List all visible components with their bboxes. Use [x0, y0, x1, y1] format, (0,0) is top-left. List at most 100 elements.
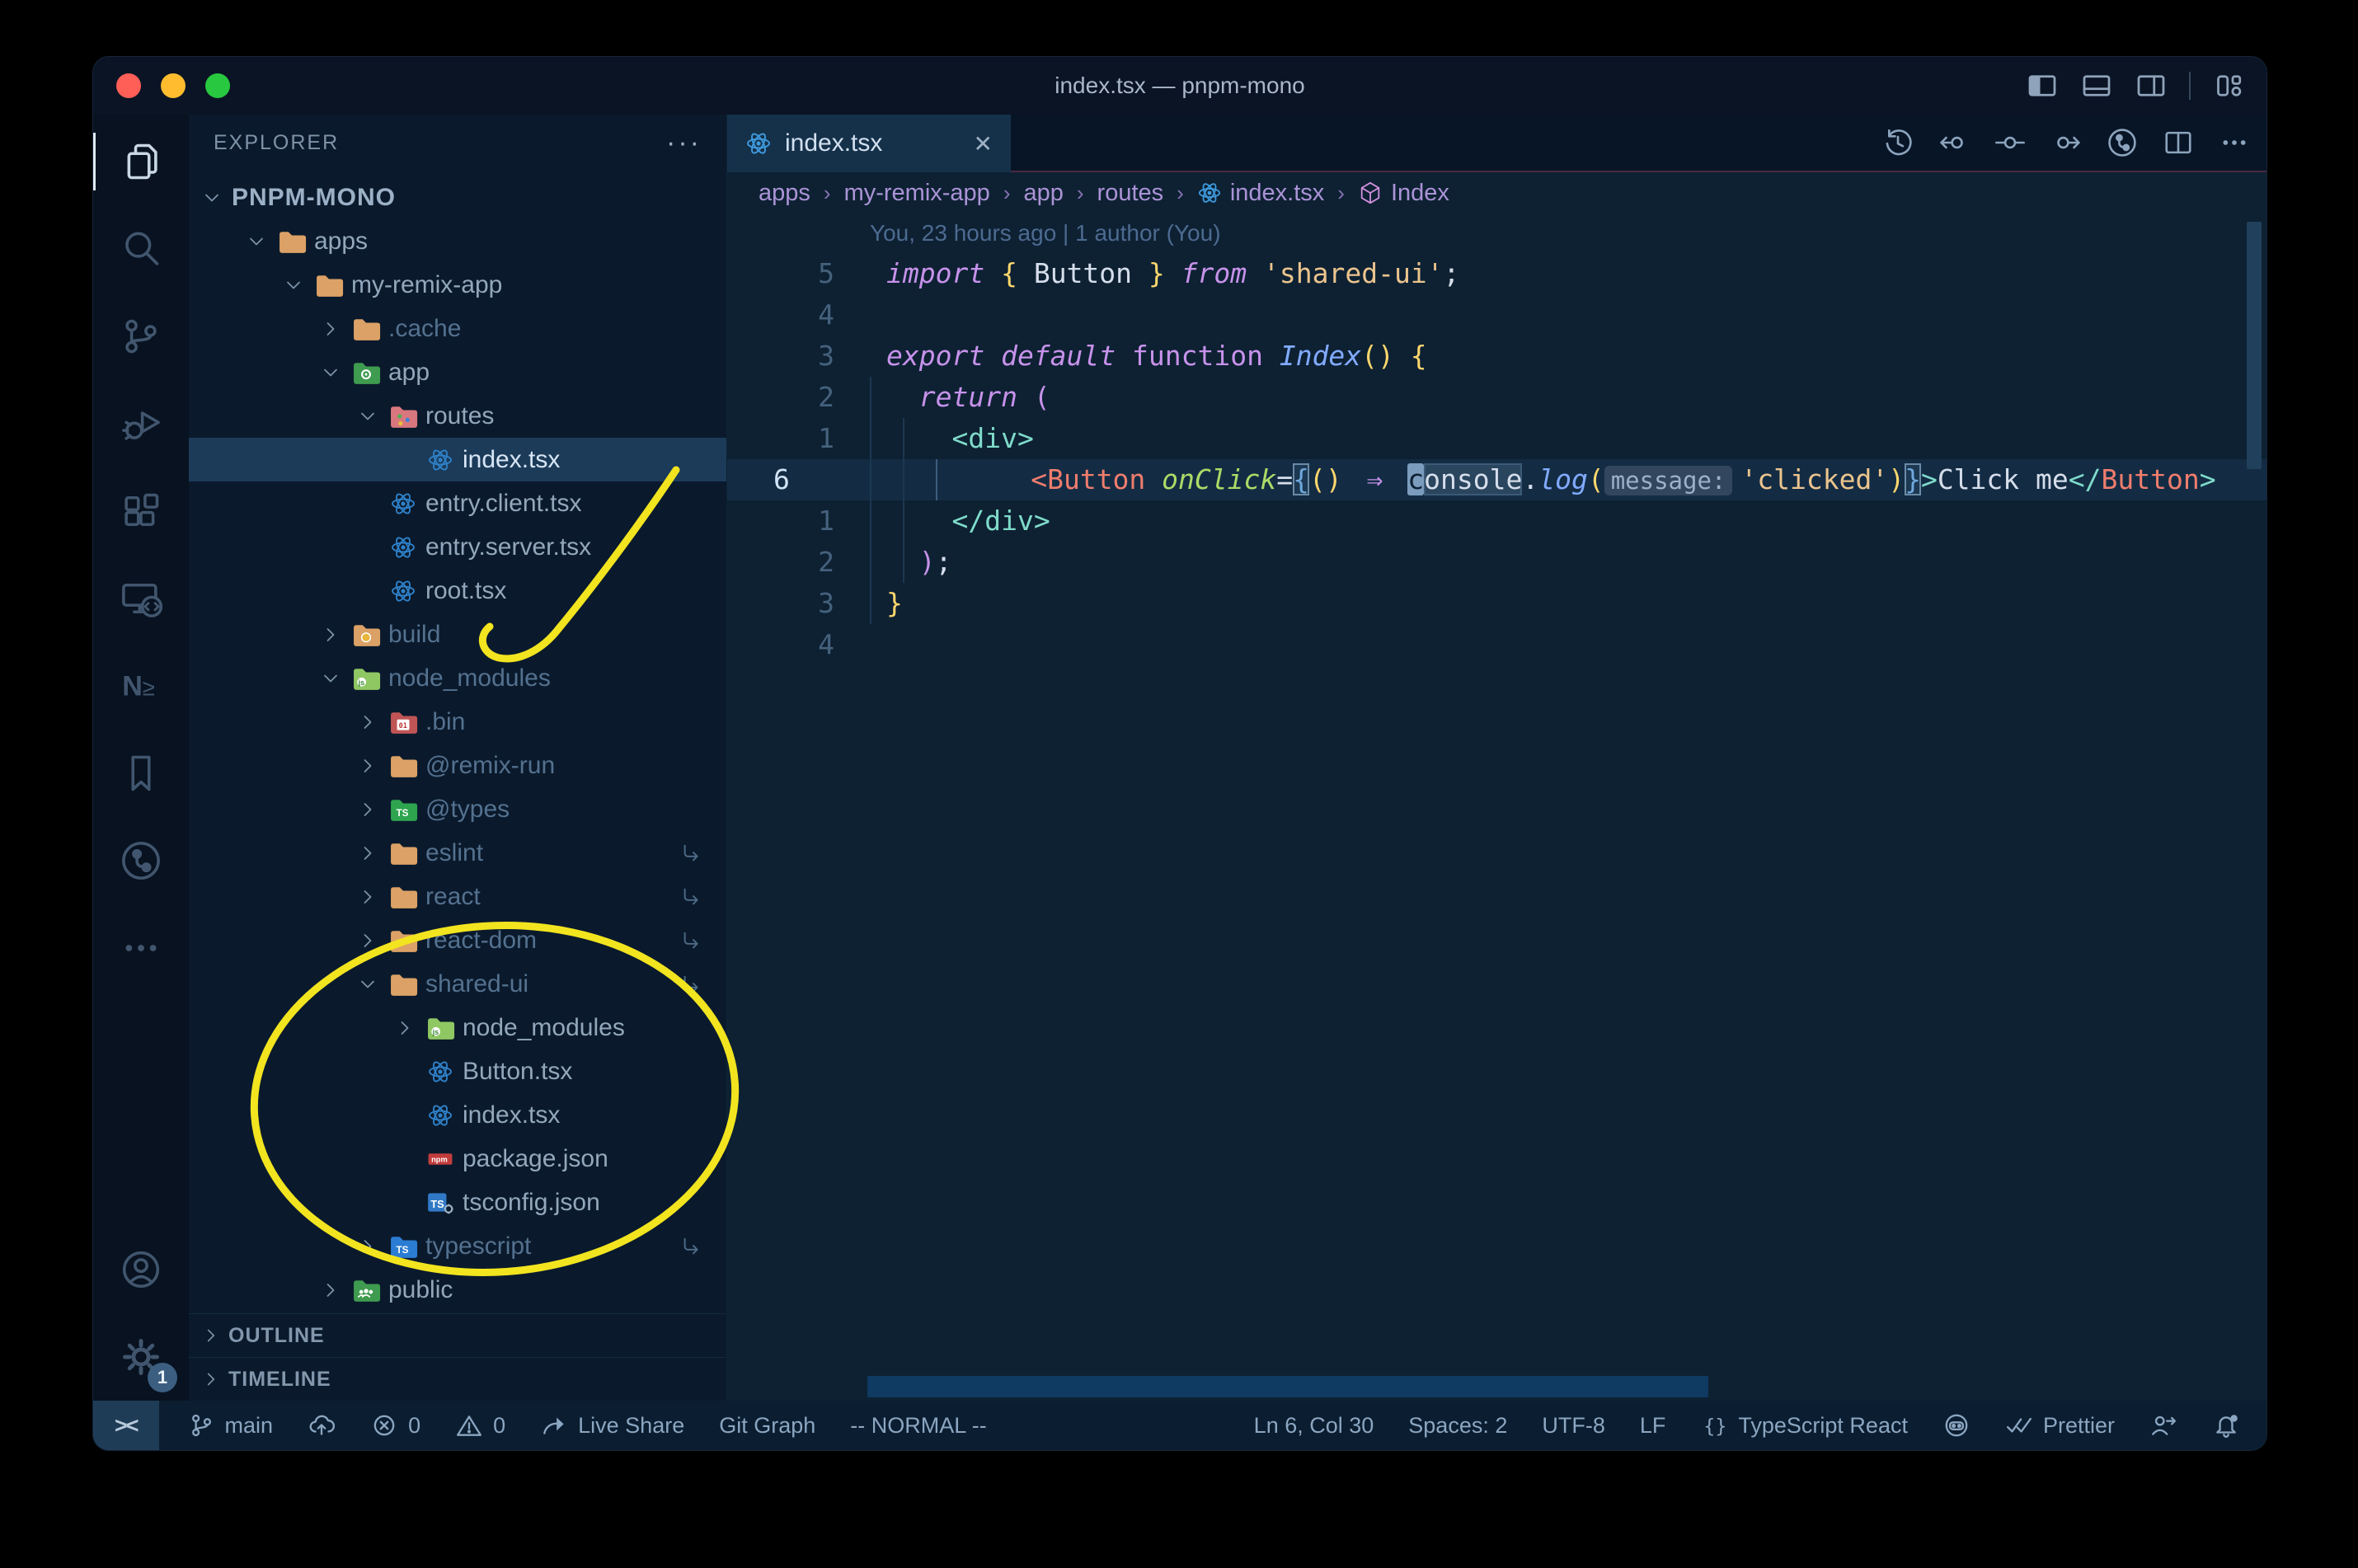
activity-search[interactable] [93, 205, 189, 293]
breadcrumb-item-index[interactable]: Index [1358, 180, 1449, 207]
history-icon[interactable] [1882, 127, 1914, 158]
tree-item-button-tsx[interactable]: Button.tsx [189, 1049, 726, 1093]
ellipsis-icon[interactable] [2219, 127, 2250, 158]
status-indentation[interactable]: Spaces: 2 [1408, 1413, 1507, 1439]
indent-guide-active [936, 459, 937, 500]
tree-item-index-tsx[interactable]: index.tsx [189, 438, 726, 481]
activity-accounts[interactable] [93, 1226, 189, 1313]
tree-item-node-modules[interactable]: js node_modules [189, 1006, 726, 1049]
tree-item-node-modules[interactable]: js node_modules [189, 656, 726, 700]
tree-item-build[interactable]: build [189, 613, 726, 656]
layout-sidebar-left-icon[interactable] [2026, 69, 2059, 102]
tree-item-shared-ui[interactable]: shared-ui [189, 962, 726, 1006]
tree-item--types[interactable]: TS @types [189, 787, 726, 831]
breadcrumb-item-apps[interactable]: apps [759, 180, 810, 207]
horizontal-scrollbar[interactable] [867, 1376, 1708, 1397]
status-prettier[interactable]: Prettier [2005, 1411, 2115, 1439]
status-git-graph[interactable]: Git Graph [719, 1413, 815, 1439]
tree-item-my-remix-app[interactable]: my-remix-app [189, 263, 726, 307]
explorer-more-actions-icon[interactable]: ··· [666, 127, 702, 159]
activity-bookmarks[interactable] [93, 730, 189, 817]
tree-item-tsconfig-json[interactable]: TS tsconfig.json [189, 1181, 726, 1224]
sidebar-section-timeline[interactable]: TIMELINE [189, 1357, 726, 1401]
cube-icon [1358, 181, 1383, 205]
status-git-branch[interactable]: main [187, 1411, 273, 1439]
git-graph-icon[interactable] [2107, 127, 2138, 158]
breadcrumb-separator: › [1337, 180, 1345, 205]
activity-settings[interactable]: 1 [93, 1313, 189, 1401]
tree-item-label: app [388, 358, 430, 386]
activity-remote-explorer[interactable] [93, 555, 189, 642]
tab-index-tsx[interactable]: index.tsx ✕ [727, 115, 1011, 172]
react-icon [421, 1059, 459, 1085]
status-vim-mode[interactable]: -- NORMAL -- [850, 1413, 986, 1439]
status-notifications[interactable] [2212, 1411, 2240, 1439]
line-number: 3 [818, 340, 834, 372]
sidebar-section-outline[interactable]: OUTLINE [189, 1313, 726, 1357]
chevron-right-icon [351, 1235, 384, 1258]
change-icon[interactable] [1994, 127, 2026, 158]
tree-item-index-tsx[interactable]: index.tsx [189, 1093, 726, 1137]
chevron-down-icon [195, 186, 228, 209]
chevron-down-icon [314, 667, 347, 690]
branch-icon [187, 1411, 215, 1439]
tree-item-routes[interactable]: routes [189, 394, 726, 438]
layout-customize-icon[interactable] [2212, 69, 2245, 102]
status-language-mode[interactable]: {} TypeScript React [1700, 1411, 1908, 1439]
breadcrumb-item-routes[interactable]: routes [1097, 180, 1164, 207]
status-live-share[interactable]: Live Share [540, 1411, 684, 1439]
tree-item-label: .cache [388, 314, 462, 342]
activity-git-graph[interactable] [93, 817, 189, 904]
tree-item-pnpm-mono[interactable]: PNPM-MONO [189, 176, 726, 219]
react-file-icon [745, 130, 772, 157]
tree-item-app[interactable]: app [189, 350, 726, 394]
tree-item-apps[interactable]: apps [189, 219, 726, 263]
code-text: export default function Index() { [886, 340, 1427, 372]
status-feedback[interactable] [2149, 1411, 2177, 1439]
tree-item--cache[interactable]: .cache [189, 307, 726, 350]
status-encoding[interactable]: UTF-8 [1542, 1413, 1605, 1439]
vertical-scrollbar[interactable] [2247, 222, 2262, 469]
activity-extensions[interactable] [93, 467, 189, 555]
prev-change-icon[interactable] [1938, 127, 1970, 158]
status-label: -- NORMAL -- [850, 1412, 987, 1438]
layout-sidebar-right-icon[interactable] [2135, 69, 2168, 102]
title-bar: index.tsx — pnpm-mono [93, 57, 2266, 115]
code-text: </div> [951, 505, 1050, 537]
breadcrumb-item-app[interactable]: app [1023, 180, 1063, 207]
close-tab-icon[interactable]: ✕ [974, 130, 993, 157]
next-change-icon[interactable] [2050, 127, 2082, 158]
files-icon [120, 140, 162, 183]
react-icon [421, 447, 459, 473]
split-editor-icon[interactable] [2163, 127, 2194, 158]
tree-item-eslint[interactable]: eslint [189, 831, 726, 875]
status-errors[interactable]: 0 [370, 1411, 420, 1439]
tree-item-public[interactable]: public [189, 1268, 726, 1312]
status-publish[interactable] [308, 1411, 336, 1439]
tree-item-typescript[interactable]: TS typescript [189, 1224, 726, 1268]
breadcrumb-item-index-tsx[interactable]: index.tsx [1197, 180, 1324, 207]
activity-explorer[interactable] [93, 118, 189, 205]
code-editor[interactable]: You, 23 hours ago | 1 author (You) 5 impo… [727, 214, 2266, 1401]
status-cursor-position[interactable]: Ln 6, Col 30 [1254, 1413, 1374, 1439]
remote-indicator[interactable]: >< [93, 1401, 159, 1450]
tree-item-entry-client-tsx[interactable]: entry.client.tsx [189, 481, 726, 525]
status-warnings[interactable]: 0 [455, 1411, 505, 1439]
status-copilot[interactable] [1942, 1411, 1970, 1439]
activity-source-control[interactable] [93, 293, 189, 380]
breadcrumb-item-my-remix-app[interactable]: my-remix-app [844, 180, 990, 207]
status-eol[interactable]: LF [1640, 1413, 1666, 1439]
tree-item--remix-run[interactable]: @remix-run [189, 744, 726, 787]
tree-item-react[interactable]: react [189, 875, 726, 918]
layout-panel-icon[interactable] [2080, 69, 2113, 102]
tree-item-label: build [388, 620, 441, 648]
tree-item-package-json[interactable]: npm package.json [189, 1137, 726, 1181]
activity-more-views[interactable] [93, 904, 189, 992]
tree-item-root-tsx[interactable]: root.tsx [189, 569, 726, 613]
activity-run-debug[interactable] [93, 380, 189, 467]
tree-item--bin[interactable]: 01 .bin [189, 700, 726, 744]
activity-nx-console[interactable]: N ≥ [93, 642, 189, 730]
ellipsis-icon [120, 927, 162, 969]
tree-item-react-dom[interactable]: react-dom [189, 918, 726, 962]
tree-item-entry-server-tsx[interactable]: entry.server.tsx [189, 525, 726, 569]
